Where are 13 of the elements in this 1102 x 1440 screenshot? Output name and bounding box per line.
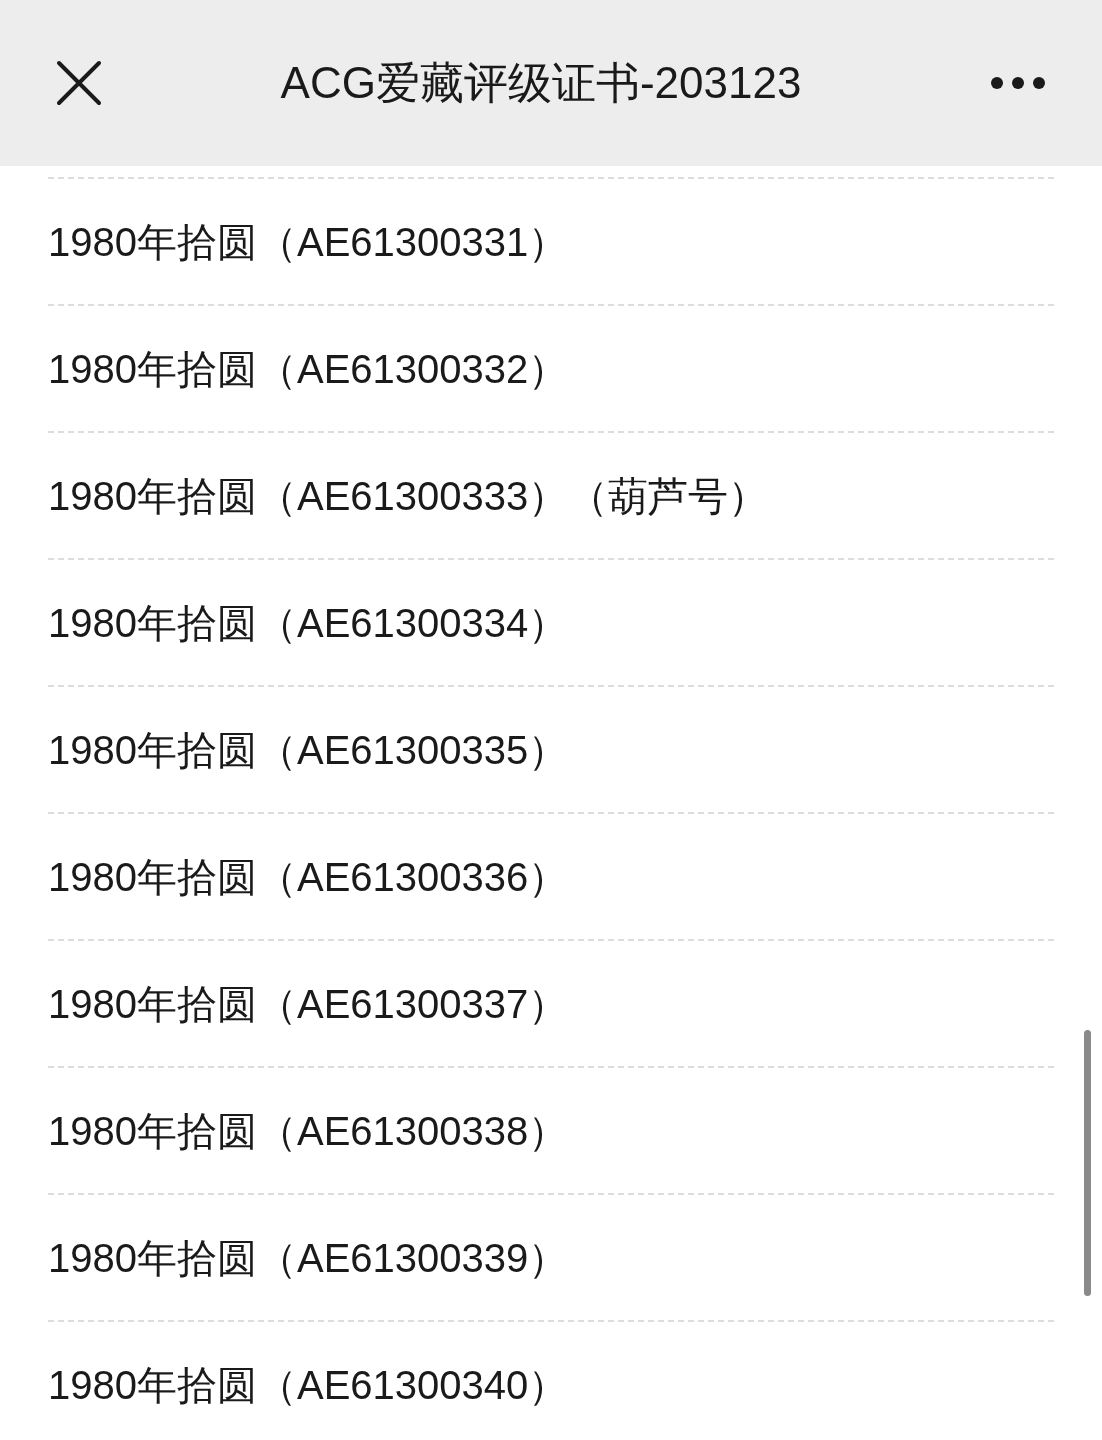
close-icon[interactable] — [56, 60, 102, 106]
page-title: ACG爱藏评级证书-203123 — [280, 57, 802, 109]
certificate-item[interactable]: 1980年拾圆（AE61300334） — [48, 592, 569, 653]
certificate-item[interactable]: 1980年拾圆（AE61300338） — [48, 1100, 569, 1161]
certificate-item[interactable]: 1980年拾圆（AE61300339） — [48, 1227, 569, 1288]
certificate-item[interactable]: 1980年拾圆（AE61300331） — [48, 211, 569, 272]
certificate-item[interactable]: 1980年拾圆（AE61300337） — [48, 973, 569, 1034]
certificate-item[interactable]: 1980年拾圆（AE61300336） — [48, 846, 569, 907]
certificate-item[interactable]: 1980年拾圆（AE61300335） — [48, 719, 569, 780]
certificate-item[interactable]: 1980年拾圆（AE61300333）（葫芦号） — [48, 465, 769, 526]
more-icon[interactable] — [990, 76, 1046, 90]
certificate-item[interactable]: 1980年拾圆（AE61300332） — [48, 338, 569, 399]
certificate-item[interactable]: 1980年拾圆（AE61300340） — [48, 1354, 569, 1415]
